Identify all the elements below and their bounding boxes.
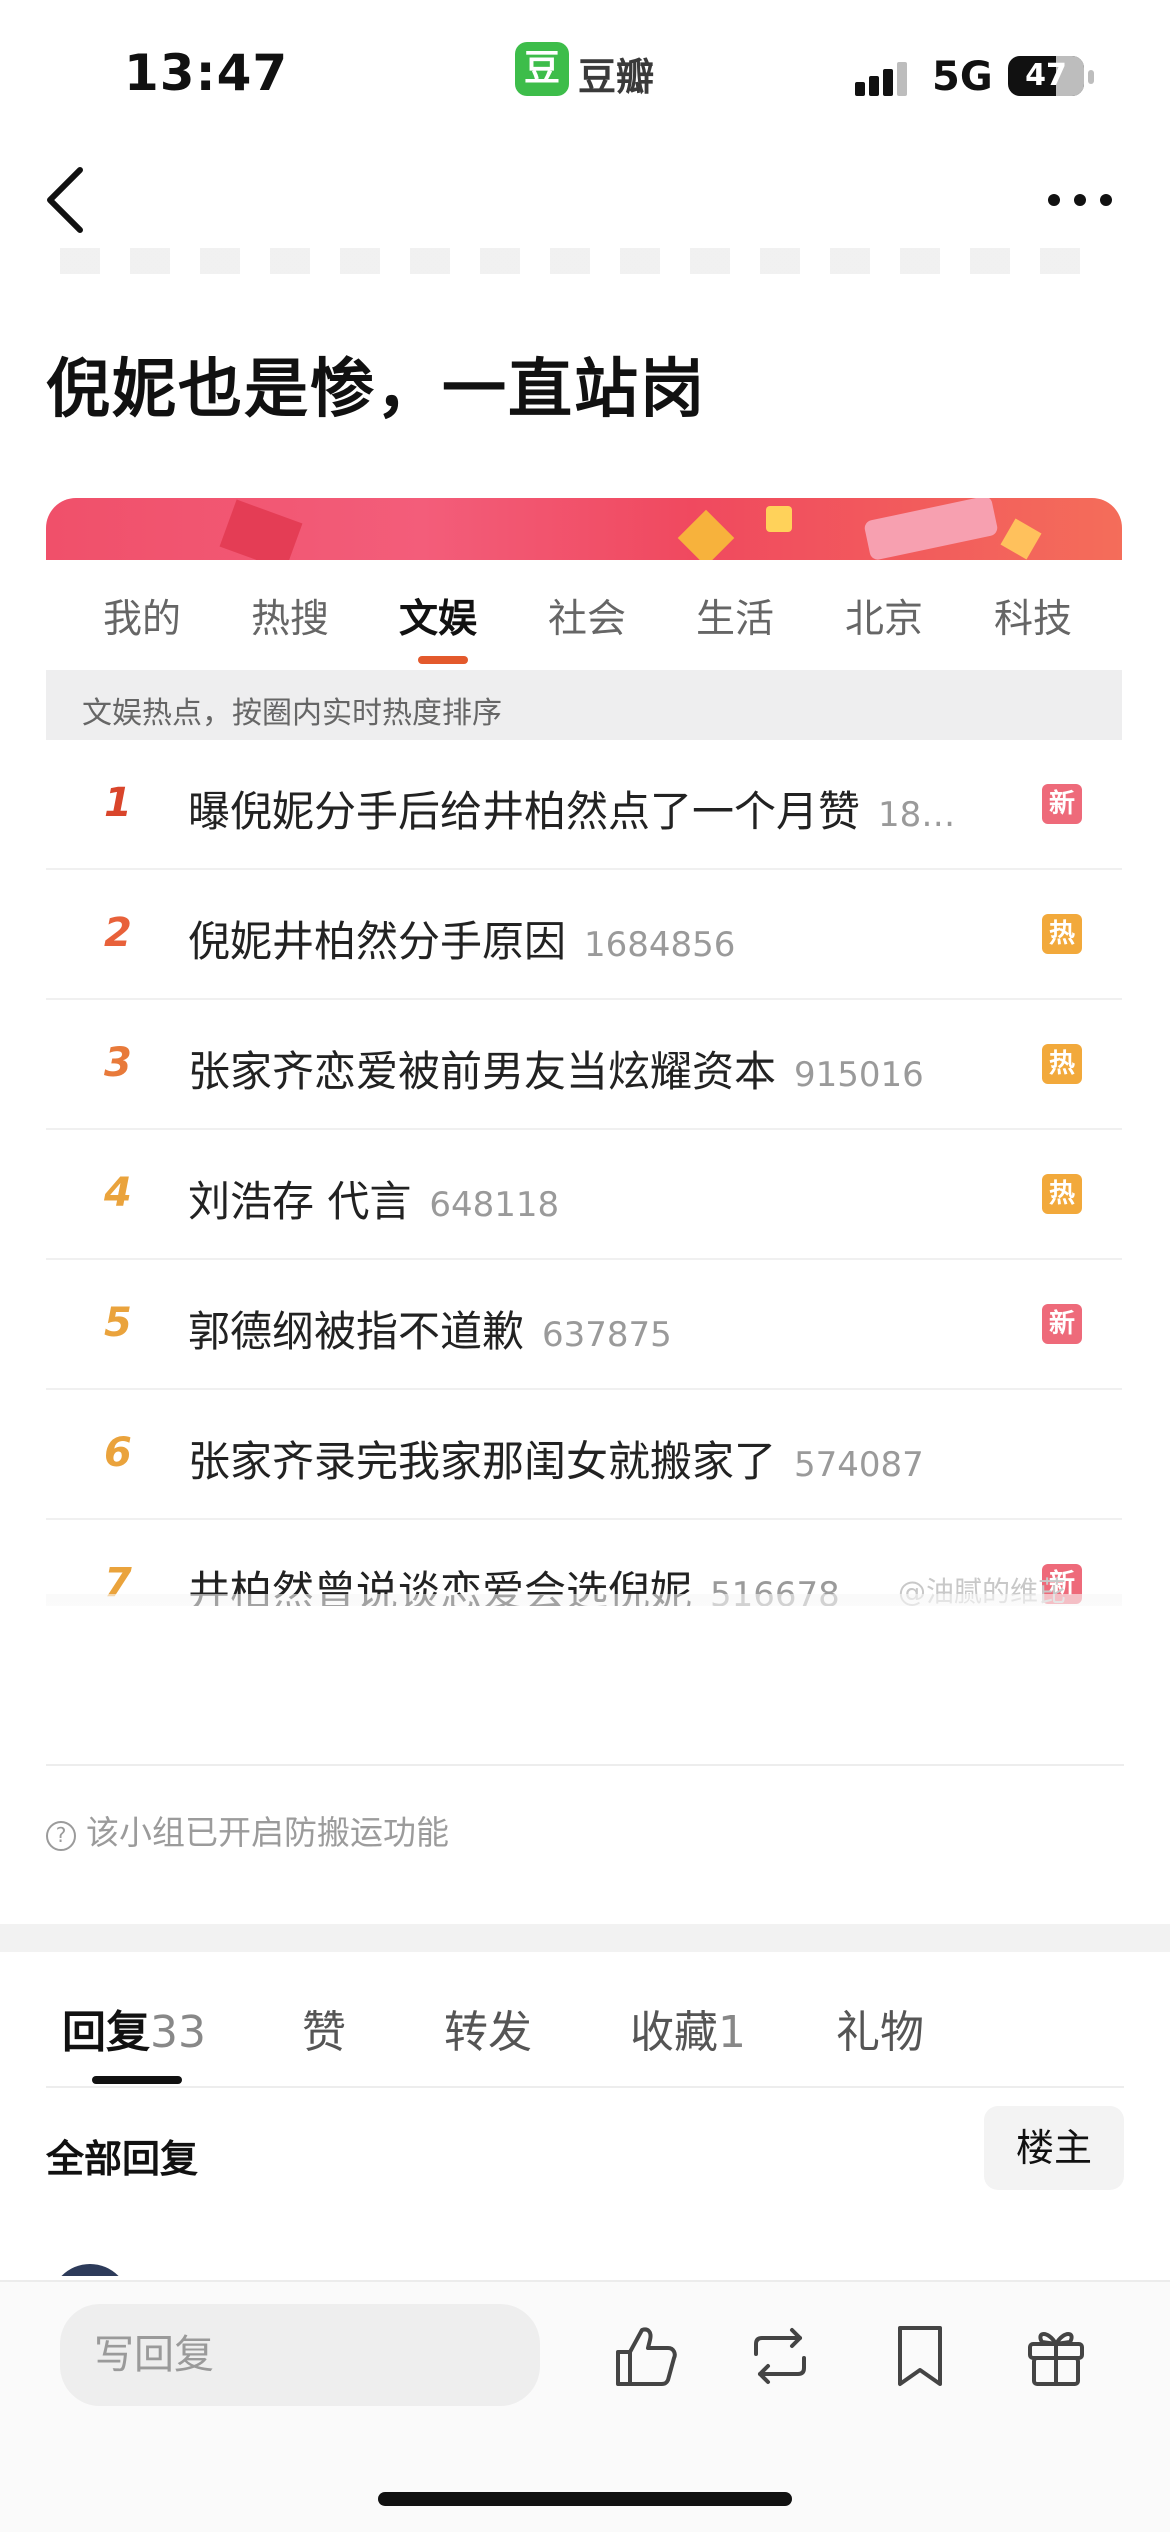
hot-search-item[interactable]: 6 张家齐录完我家那闺女就搬家了 574087 (46, 1390, 1122, 1520)
anti-repost-notice: ? 该小组已开启防搬运功能 (46, 1806, 449, 1854)
owner-only-button[interactable]: 楼主 (984, 2106, 1124, 2190)
hot-search-item[interactable]: 2 倪妮井柏然分手原因 1684856 热 (46, 870, 1122, 1000)
active-tab-indicator (418, 656, 468, 664)
hot-search-title-text: 曝倪妮分手后给井柏然点了一个月赞 (188, 787, 861, 836)
tab-likes[interactable]: 赞 (302, 1996, 346, 2060)
tab-hot: 热搜 (251, 597, 330, 642)
info-text: 文娱热点，按圈内实时热度排序 (82, 696, 502, 731)
hot-search-count: 1684856 (584, 925, 736, 965)
help-circle-icon: ? (46, 1821, 76, 1851)
interaction-tabs: 回复33 赞 转发 收藏1 礼物 (0, 1952, 1170, 2088)
new-badge: 新 (1042, 1304, 1082, 1344)
avatar (50, 2264, 130, 2276)
hot-search-image[interactable]: 我的 热搜 文娱 社会 生活 北京 科技 文娱热点，按圈内实时热度排序 1 曝倪妮… (46, 498, 1122, 1606)
battery-cap (1088, 70, 1094, 84)
battery-level: 47 (1025, 58, 1067, 93)
bookmark-icon (898, 2326, 942, 2386)
hot-search-item[interactable]: 5 郭德纲被指不道歉 637875 新 (46, 1260, 1122, 1390)
active-tab-indicator (92, 2076, 182, 2084)
tab-collections-count: 1 (718, 2007, 746, 2058)
hot-search-info: 文娱热点，按圈内实时热度排序 (46, 670, 1122, 740)
hot-search-banner (46, 498, 1122, 560)
hot-search-title-text: 郭德纲被指不道歉 (188, 1307, 525, 1356)
more-options-button[interactable] (1040, 180, 1120, 220)
hot-search-item[interactable]: 1 曝倪妮分手后给井柏然点了一个月赞 18… 新 (46, 740, 1122, 870)
hot-search-count: 18… (878, 795, 956, 835)
hot-search-count: 915016 (794, 1055, 924, 1095)
douban-logo-icon: 豆 (515, 42, 569, 96)
more-dots-icon (1048, 194, 1060, 206)
hot-badge: 热 (1042, 1044, 1082, 1084)
tab-society: 社会 (548, 597, 627, 642)
hot-search-count: 574087 (794, 1445, 924, 1485)
hot-search-tabs: 我的 热搜 文娱 社会 生活 北京 科技 (46, 560, 1122, 670)
hot-badge: 热 (1042, 1174, 1082, 1214)
hot-search-rank: 6 (104, 1430, 132, 1476)
tab-replies-count: 33 (150, 2007, 206, 2058)
divider (46, 2086, 1124, 2088)
tab-life: 生活 (696, 597, 775, 642)
hot-search-rank: 3 (104, 1040, 132, 1086)
hot-search-rank: 5 (104, 1300, 132, 1346)
hot-search-count: 648118 (429, 1185, 560, 1225)
reply-input[interactable]: 写回复 (60, 2304, 540, 2406)
faded-header-strip (60, 248, 1110, 274)
status-bar: 13:47 豆 豆瓣 5G 47 (0, 0, 1170, 140)
tab-tech: 科技 (994, 597, 1073, 642)
hot-search-title-text: 张家齐录完我家那闺女就搬家了 (188, 1437, 777, 1486)
bookmark-button[interactable] (882, 2318, 958, 2394)
repost-icon (754, 2328, 806, 2384)
hot-search-title: 刘浩存 代言 648118 (188, 1168, 559, 1229)
divider (46, 1764, 1124, 1766)
hot-search-rank: 2 (104, 910, 132, 956)
hot-search-title-text: 张家齐恋爱被前男友当炫耀资本 (188, 1047, 777, 1096)
bottom-action-bar: 写回复 (0, 2280, 1170, 2532)
hot-search-rank: 4 (104, 1170, 132, 1216)
reply-item-partial (0, 2236, 1170, 2276)
hot-search-item[interactable]: 3 张家齐恋爱被前男友当炫耀资本 915016 热 (46, 1000, 1122, 1130)
chevron-left-icon (47, 167, 83, 233)
hot-search-title: 曝倪妮分手后给井柏然点了一个月赞 18… (188, 778, 955, 839)
tab-replies-label: 回复 (62, 2007, 150, 2058)
tab-gifts[interactable]: 礼物 (836, 1996, 924, 2060)
hot-search-title-text: 倪妮井柏然分手原因 (188, 917, 567, 966)
tab-collections-label: 收藏 (630, 2007, 718, 2058)
signal-icon (855, 60, 915, 96)
tab-collections[interactable]: 收藏1 (630, 1996, 746, 2060)
tab-reposts-label: 转发 (444, 2007, 532, 2058)
image-bottom-fade (46, 1594, 1122, 1606)
tab-replies[interactable]: 回复33 (62, 1996, 206, 2060)
gift-button[interactable] (1018, 2318, 1094, 2394)
section-separator (0, 1924, 1170, 1952)
post-title: 倪妮也是惨，一直站岗 (46, 353, 706, 427)
tab-mine: 我的 (103, 597, 182, 642)
hot-search-count: 637875 (542, 1315, 672, 1355)
tab-beijing: 北京 (845, 597, 924, 642)
like-button[interactable] (608, 2318, 684, 2394)
tab-likes-label: 赞 (302, 2007, 346, 2058)
hot-search-title: 郭德纲被指不道歉 637875 (188, 1298, 672, 1359)
back-button[interactable] (40, 160, 100, 240)
hot-badge: 热 (1042, 914, 1082, 954)
hot-search-title: 张家齐录完我家那闺女就搬家了 574087 (188, 1428, 924, 1489)
hot-search-title: 张家齐恋爱被前男友当炫耀资本 915016 (188, 1038, 924, 1099)
tab-reposts[interactable]: 转发 (444, 1996, 532, 2060)
app-name: 豆瓣 (578, 55, 655, 99)
tab-gifts-label: 礼物 (836, 2007, 924, 2058)
network-label: 5G (932, 54, 993, 100)
new-badge: 新 (1042, 784, 1082, 824)
all-replies-heading: 全部回复 (46, 2137, 199, 2181)
home-indicator (378, 2492, 792, 2506)
gift-icon (1028, 2332, 1084, 2386)
hot-search-title-text: 刘浩存 代言 (188, 1177, 412, 1226)
hot-search-item[interactable]: 4 刘浩存 代言 648118 热 (46, 1130, 1122, 1260)
notice-text: 该小组已开启防搬运功能 (86, 1813, 449, 1852)
thumbs-up-icon (616, 2327, 677, 2386)
repost-button[interactable] (742, 2318, 818, 2394)
battery-icon: 47 (1008, 56, 1084, 96)
hot-search-rank: 1 (104, 780, 132, 826)
tab-entertainment: 文娱 (399, 597, 478, 642)
status-time: 13:47 (124, 44, 289, 102)
hot-search-title: 倪妮井柏然分手原因 1684856 (188, 908, 735, 969)
